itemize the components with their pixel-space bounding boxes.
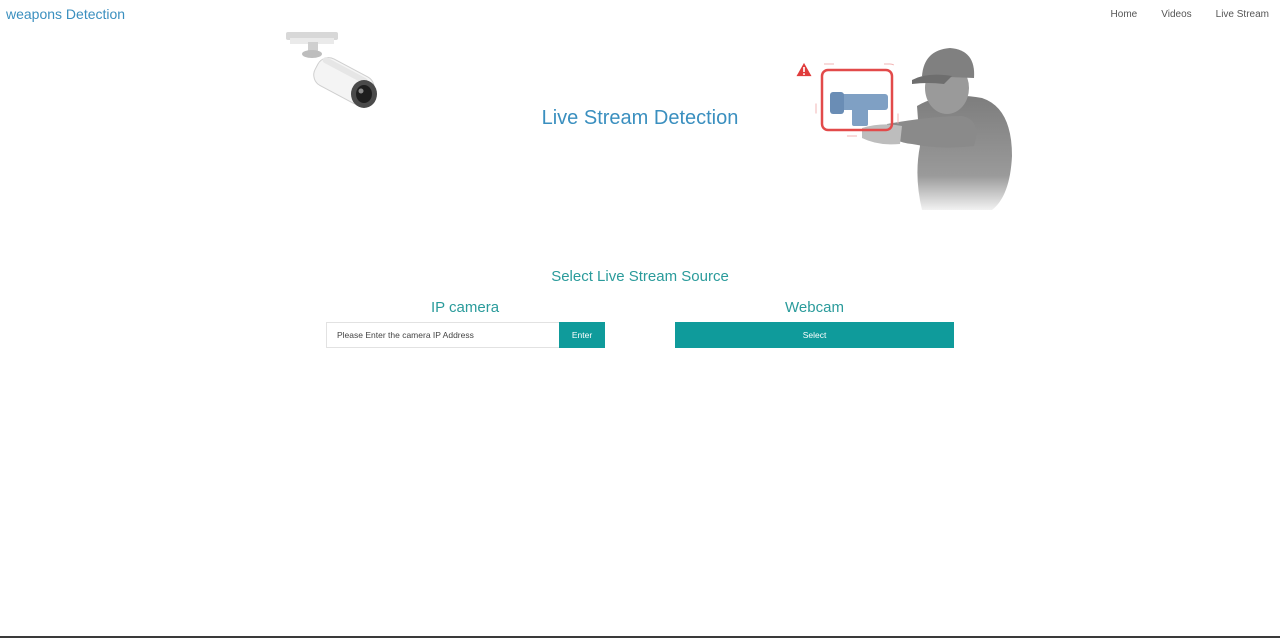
warning-triangle-icon — [796, 62, 812, 77]
ip-camera-form: Enter — [326, 322, 605, 348]
nav-links: Home Videos Live Stream — [1111, 9, 1269, 20]
security-camera-icon — [286, 32, 377, 108]
navbar: weapons Detection Home Videos Live Strea… — [0, 0, 1280, 30]
webcam-heading: Webcam — [785, 299, 844, 316]
ip-camera-heading: IP camera — [430, 299, 500, 316]
enter-button[interactable]: Enter — [559, 322, 605, 348]
nav-home-link[interactable]: Home — [1111, 9, 1138, 20]
webcam-select-button[interactable]: Select — [675, 322, 954, 348]
page-title: Live Stream Detection — [541, 107, 739, 129]
ip-address-input[interactable] — [326, 322, 559, 348]
source-section-title: Select Live Stream Source — [551, 268, 729, 285]
nav-live-stream-link[interactable]: Live Stream — [1216, 9, 1269, 20]
brand-link[interactable]: weapons Detection — [6, 6, 125, 22]
nav-videos-link[interactable]: Videos — [1161, 9, 1191, 20]
armed-person-detection-icon — [815, 48, 1012, 210]
